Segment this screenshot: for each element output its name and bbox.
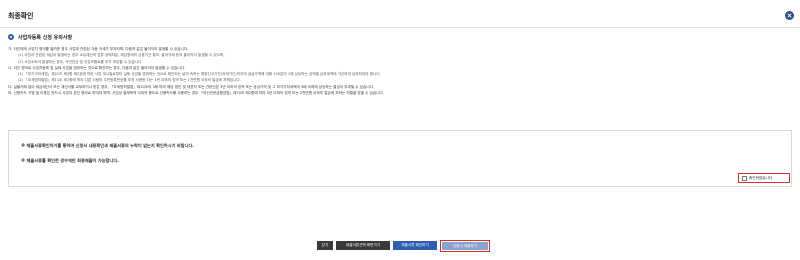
confirm-instruction: ※ 제출서류확인하기를 통하여 신청서 내용확인과 제출서류의 누락이 없는지 …: [21, 143, 194, 148]
notice-section-header: 사업자등록 신청 유의사항: [8, 33, 72, 41]
confirm-checkbox-label[interactable]: 확인하였습니다.: [749, 176, 773, 181]
button-row: 닫기 제출서류선택 화면가기 제출서류 확인하기 신청서 제출하기: [0, 240, 800, 252]
bullet-icon: [8, 34, 14, 40]
notice-list: 가. 타인에게 사업자 명의를 빌려준 경우 사업과 관련된 각종 국세가 부과…: [8, 46, 788, 96]
doc-select-screen-button[interactable]: 제출서류선택 화면가기: [336, 241, 390, 250]
submit-button-highlight: 신청서 제출하기: [440, 240, 490, 252]
confirm-instruction: ※ 제출서류를 확인한 경우에만 최종제출이 가능합니다.: [21, 158, 119, 163]
submit-application-button[interactable]: 신청서 제출하기: [442, 242, 488, 250]
doc-check-button[interactable]: 제출서류 확인하기: [393, 241, 437, 250]
close-button[interactable]: [785, 11, 794, 20]
close-icon: [787, 13, 792, 18]
modal-header: 최종확인: [0, 0, 800, 28]
close-dialog-button[interactable]: 닫기: [317, 241, 333, 250]
confirm-box: ※ 제출서류확인하기를 통하여 신청서 내용확인과 제출서류의 누락이 없는지 …: [8, 130, 792, 187]
modal-title: 최종확인: [8, 12, 34, 20]
notice-line: 라. 신용카드 가맹 및 이용은 반드시 사업자 본인 명의로 하여야 하며, …: [8, 91, 384, 96]
confirm-checkbox-wrapper[interactable]: 확인하였습니다.: [738, 173, 790, 183]
confirm-checkbox[interactable]: [742, 175, 747, 181]
notice-title: 사업자등록 신청 유의사항: [18, 34, 73, 41]
